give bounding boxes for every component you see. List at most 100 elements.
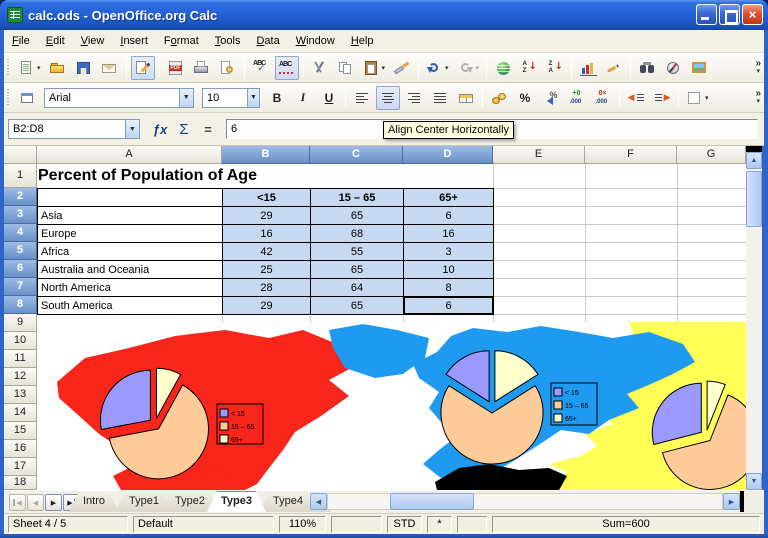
row-header-15[interactable]: 15 [4, 422, 37, 440]
underline-button[interactable]: U [317, 86, 341, 110]
menu-tools[interactable]: Tools [207, 32, 249, 50]
italic-button[interactable]: I [291, 86, 315, 110]
merge-cells-button[interactable] [454, 86, 478, 110]
menu-view[interactable]: View [73, 32, 113, 50]
redo-button[interactable]: ▾ [454, 56, 483, 80]
row-header-14[interactable]: 14 [4, 404, 37, 422]
row-header-5[interactable]: 5 [4, 242, 37, 260]
align-right-button[interactable] [402, 86, 426, 110]
toolbar-overflow-button[interactable]: »▾ [755, 60, 761, 76]
cell-value[interactable]: 16 [403, 224, 494, 243]
cell-region-name[interactable]: North America [37, 278, 223, 297]
name-box[interactable]: ▼ [8, 119, 140, 139]
new-dropdown-icon[interactable]: ▾ [37, 64, 41, 72]
title-bar[interactable]: calc.ods - OpenOffice.org Calc × [0, 0, 768, 30]
previous-sheet-button[interactable]: ◀ [27, 494, 44, 511]
horizontal-scroll-track[interactable] [327, 493, 723, 510]
sum-button[interactable]: Σ [172, 118, 196, 140]
world-map-graphic[interactable]: < 1515 – 6565+< 1515 – 6565+ [37, 322, 746, 490]
row-header-7[interactable]: 7 [4, 278, 37, 296]
row-header-9[interactable]: 9 [4, 314, 37, 332]
font-size-dropdown-icon[interactable]: ▼ [247, 89, 259, 107]
column-header-A[interactable]: A [37, 146, 222, 164]
page-preview-button[interactable] [216, 56, 240, 80]
sheet-position-field[interactable]: Sheet 4 / 5 [8, 516, 128, 533]
font-name-input[interactable] [45, 89, 179, 107]
app-icon[interactable] [7, 7, 23, 23]
next-sheet-button[interactable]: ▶ [45, 494, 62, 511]
new-button[interactable]: ▾ [15, 56, 44, 80]
column-header-G[interactable]: G [677, 146, 746, 164]
print-button[interactable] [190, 56, 214, 80]
row-header-11[interactable]: 11 [4, 350, 37, 368]
scroll-right-button[interactable]: ▶ [723, 493, 740, 510]
font-size-input[interactable] [203, 89, 247, 107]
scroll-left-button[interactable]: ◀ [310, 493, 327, 510]
gallery-button[interactable] [687, 56, 711, 80]
cell-value[interactable]: 3 [403, 242, 494, 261]
cell-value[interactable]: 64 [310, 278, 404, 297]
cell-value[interactable]: 29 [222, 296, 311, 315]
number-format-standard-button[interactable] [539, 86, 563, 110]
row-header-17[interactable]: 17 [4, 458, 37, 476]
menu-window[interactable]: Window [288, 32, 343, 50]
undo-dropdown-icon[interactable]: ▾ [445, 64, 449, 72]
vertical-scroll-thumb[interactable] [746, 171, 762, 227]
scroll-down-button[interactable]: ▼ [746, 473, 762, 490]
cell-value[interactable]: 65 [310, 206, 404, 225]
paste-button[interactable]: ▾ [360, 56, 389, 80]
function-wizard-button[interactable]: ƒx [148, 118, 172, 140]
align-center-button[interactable] [376, 86, 400, 110]
row-header-1[interactable]: 1 [4, 164, 37, 188]
minimize-button[interactable] [696, 4, 717, 25]
toolbar-grip[interactable] [6, 57, 12, 79]
cell-region-name[interactable]: Europe [37, 224, 223, 243]
column-header-F[interactable]: F [585, 146, 677, 164]
copy-button[interactable] [334, 56, 358, 80]
grid-corner[interactable] [4, 146, 37, 164]
selection-mode-field[interactable]: STD [387, 516, 422, 533]
horizontal-scroll-thumb[interactable] [390, 493, 474, 510]
close-button[interactable]: × [742, 4, 763, 25]
email-button[interactable] [98, 56, 122, 80]
cell-value[interactable]: 8 [403, 278, 494, 297]
cell-region-name[interactable]: Australia and Oceania [37, 260, 223, 279]
bold-button[interactable]: B [265, 86, 289, 110]
menu-data[interactable]: Data [248, 32, 287, 50]
column-header-E[interactable]: E [493, 146, 585, 164]
format-paintbrush-button[interactable] [390, 56, 414, 80]
cell-value[interactable]: 65 [310, 260, 404, 279]
decrease-indent-button[interactable] [624, 86, 648, 110]
vertical-scrollbar[interactable]: ▲▼ [746, 146, 762, 490]
paste-dropdown-icon[interactable]: ▾ [382, 64, 386, 72]
number-format-percent-button[interactable]: % [513, 86, 537, 110]
row-header-12[interactable]: 12 [4, 368, 37, 386]
sort-ascending-button[interactable] [517, 56, 541, 80]
undo-button[interactable]: ▾ [423, 56, 452, 80]
row-header-18[interactable]: 18 [4, 476, 37, 490]
column-header-C[interactable]: C [310, 146, 403, 164]
page-style-field[interactable]: Default [133, 516, 274, 533]
row-header-6[interactable]: 6 [4, 260, 37, 278]
edit-file-button[interactable] [131, 56, 155, 80]
column-header-D[interactable]: D [403, 146, 493, 164]
cell-value[interactable]: 42 [222, 242, 311, 261]
insert-chart-button[interactable] [576, 56, 600, 80]
menu-help[interactable]: Help [343, 32, 382, 50]
sort-descending-button[interactable] [543, 56, 567, 80]
cell-age-header[interactable]: 65+ [403, 188, 494, 207]
menu-format[interactable]: Format [156, 32, 207, 50]
add-decimal-button[interactable] [565, 86, 589, 110]
row-header-8[interactable]: 8 [4, 296, 37, 314]
cell-value[interactable]: 65 [310, 296, 404, 315]
borders-dropdown-icon[interactable]: ▾ [705, 94, 709, 102]
cell-reference-input[interactable] [9, 120, 125, 138]
cell-value[interactable]: 28 [222, 278, 311, 297]
row-header-16[interactable]: 16 [4, 440, 37, 458]
find-replace-button[interactable] [635, 56, 659, 80]
cell-A1-title[interactable]: Percent of Population of Age [38, 165, 462, 187]
function-button[interactable]: = [196, 118, 220, 140]
styles-window-button[interactable] [15, 86, 39, 110]
menu-insert[interactable]: Insert [112, 32, 156, 50]
row-header-13[interactable]: 13 [4, 386, 37, 404]
